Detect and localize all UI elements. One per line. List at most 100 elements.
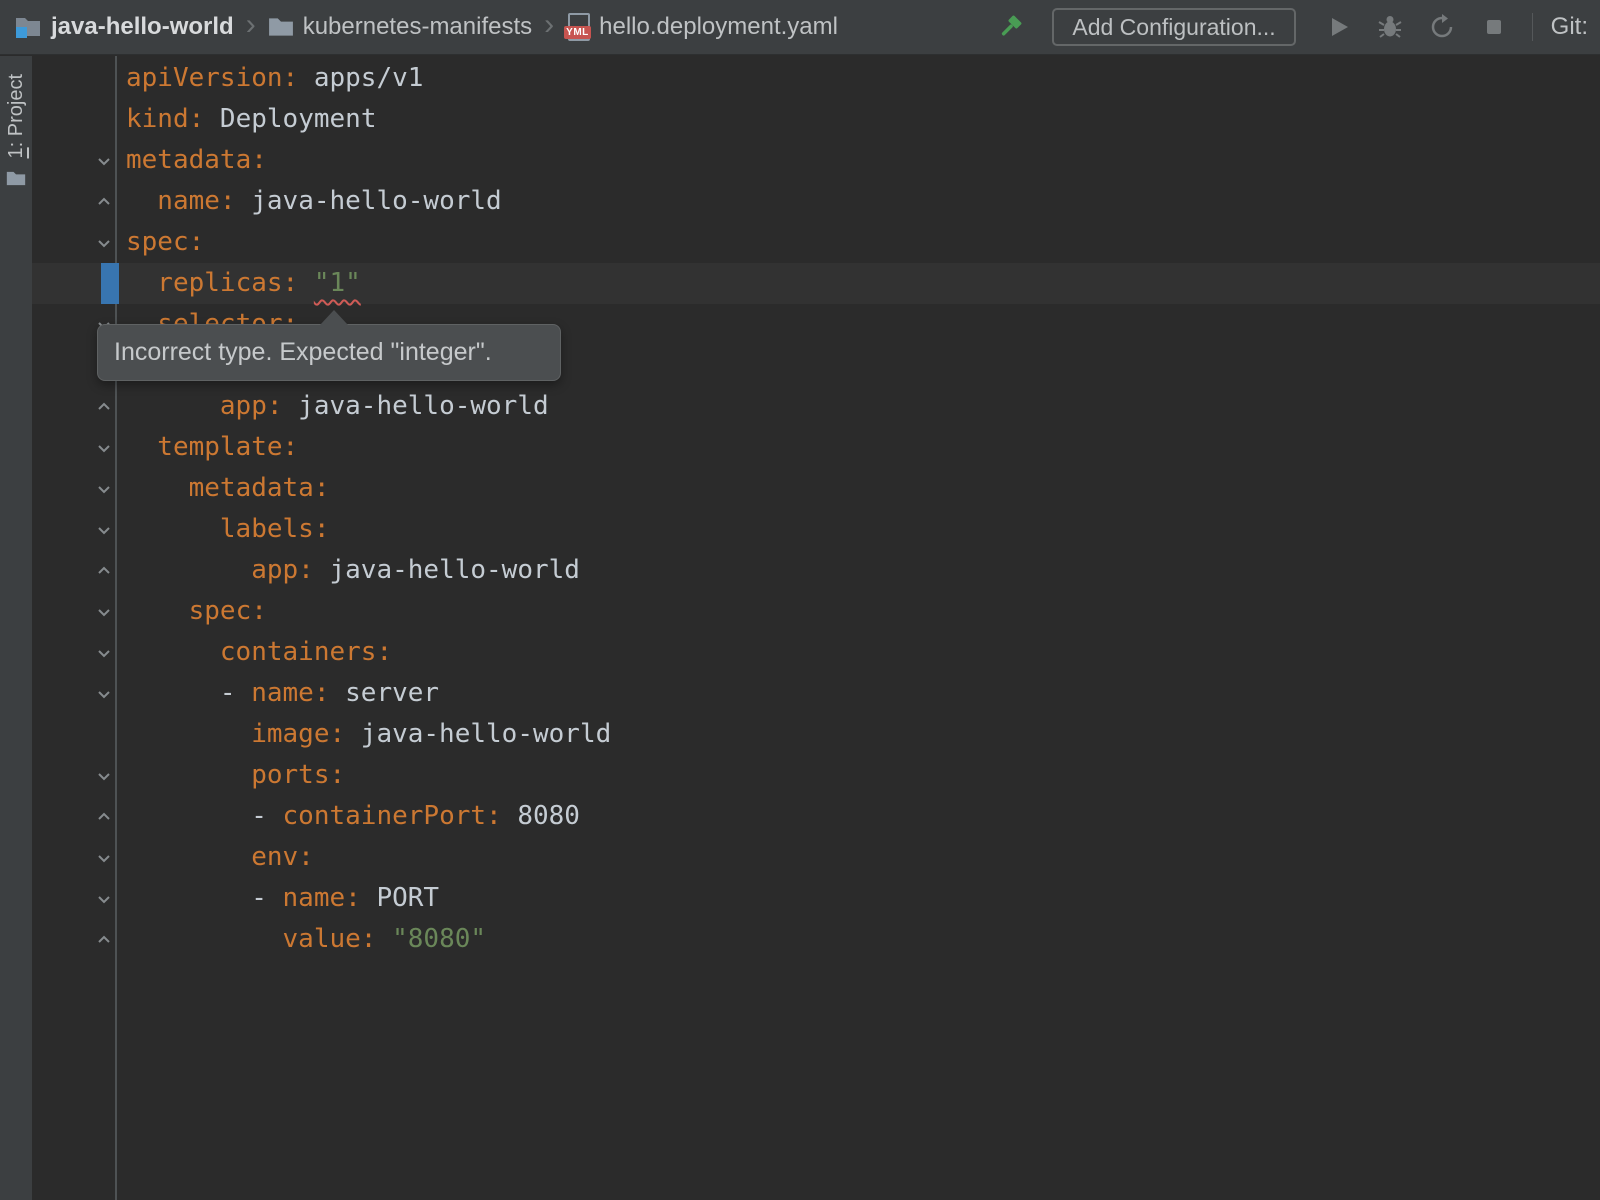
token-text: java-hello-world <box>314 555 580 585</box>
gutter <box>32 837 117 878</box>
token-text: java-hello-world <box>236 186 502 216</box>
fold-region-start-icon[interactable] <box>95 685 113 703</box>
breadcrumb-folder[interactable]: kubernetes-manifests <box>303 13 532 41</box>
token-key: kind: <box>126 104 204 134</box>
fold-region-start-icon[interactable] <box>95 480 113 498</box>
code-text: spec: <box>117 222 204 263</box>
code-line[interactable]: ports: <box>32 755 1600 796</box>
gutter <box>32 181 117 222</box>
project-tool-window-label: 1: Project <box>5 74 28 158</box>
code-line[interactable]: kind: Deployment <box>32 99 1600 140</box>
code-line[interactable]: template: <box>32 427 1600 468</box>
build-hammer-icon[interactable] <box>996 13 1024 41</box>
token-text: java-hello-world <box>345 719 611 749</box>
token-key: name: <box>157 186 235 216</box>
fold-region-end-icon[interactable] <box>95 398 113 416</box>
code-line[interactable]: labels: <box>32 509 1600 550</box>
code-line[interactable]: value: "8080" <box>32 919 1600 960</box>
gutter <box>32 755 117 796</box>
fold-region-end-icon[interactable] <box>95 193 113 211</box>
code-text: image: java-hello-world <box>117 714 611 755</box>
gutter <box>32 673 117 714</box>
run-icon[interactable] <box>1324 13 1352 41</box>
code-line[interactable]: replicas: "1" <box>32 263 1600 304</box>
breadcrumb-chevron-icon: › <box>544 10 554 44</box>
code-line[interactable]: image: java-hello-world <box>32 714 1600 755</box>
code-text: - containerPort: 8080 <box>117 796 580 837</box>
code-line[interactable]: apiVersion: apps/v1 <box>32 58 1600 99</box>
code-line[interactable]: app: java-hello-world <box>32 386 1600 427</box>
code-text: apiVersion: apps/v1 <box>117 58 423 99</box>
stop-icon[interactable] <box>1480 13 1508 41</box>
code-line[interactable]: - containerPort: 8080 <box>32 796 1600 837</box>
debug-icon[interactable] <box>1376 13 1404 41</box>
token-text: apps/v1 <box>298 63 423 93</box>
token-key: template: <box>157 432 298 462</box>
code-text: containers: <box>117 632 392 673</box>
code-line[interactable]: name: java-hello-world <box>32 181 1600 222</box>
token-text: 8080 <box>502 801 580 831</box>
token-key: env: <box>251 842 314 872</box>
project-icon <box>14 15 42 39</box>
main-toolbar: java-hello-world › kubernetes-manifests … <box>0 0 1600 55</box>
code-line[interactable]: - name: server <box>32 673 1600 714</box>
gutter <box>32 263 117 304</box>
gutter <box>32 99 117 140</box>
token-key: name: <box>251 678 329 708</box>
code-line[interactable]: - name: PORT <box>32 878 1600 919</box>
gutter <box>32 509 117 550</box>
token-key: ports: <box>251 760 345 790</box>
code-text: app: java-hello-world <box>117 386 549 427</box>
code-editor[interactable]: apiVersion: apps/v1kind: Deployment metad… <box>32 56 1600 1200</box>
fold-region-end-icon[interactable] <box>95 931 113 949</box>
add-configuration-button[interactable]: Add Configuration... <box>1052 8 1295 46</box>
fold-region-start-icon[interactable] <box>95 603 113 621</box>
code-text: replicas: "1" <box>117 263 361 304</box>
code-line[interactable]: spec: <box>32 222 1600 263</box>
token-key: value: <box>283 924 377 954</box>
code-text: metadata: <box>117 468 330 509</box>
gutter <box>32 550 117 591</box>
code-line[interactable]: spec: <box>32 591 1600 632</box>
vcs-change-marker <box>101 263 119 304</box>
code-line[interactable]: metadata: <box>32 468 1600 509</box>
fold-region-start-icon[interactable] <box>95 767 113 785</box>
token-key: metadata: <box>126 145 267 175</box>
gutter <box>32 714 117 755</box>
breadcrumb-file[interactable]: hello.deployment.yaml <box>599 13 838 41</box>
token-text: - <box>251 801 282 831</box>
code-line[interactable]: containers: <box>32 632 1600 673</box>
fold-region-start-icon[interactable] <box>95 152 113 170</box>
code-line[interactable]: env: <box>32 837 1600 878</box>
fold-region-end-icon[interactable] <box>95 562 113 580</box>
code-text: - name: PORT <box>117 878 439 919</box>
folder-icon <box>6 170 26 192</box>
code-line[interactable]: app: java-hello-world <box>32 550 1600 591</box>
token-text <box>298 268 314 298</box>
token-key: containerPort: <box>283 801 502 831</box>
profiler-icon[interactable] <box>1428 13 1456 41</box>
fold-region-start-icon[interactable] <box>95 439 113 457</box>
fold-region-start-icon[interactable] <box>95 890 113 908</box>
token-key: image: <box>251 719 345 749</box>
code-text: app: java-hello-world <box>117 550 580 591</box>
yaml-file-badge: YML <box>564 26 591 39</box>
code-text: template: <box>117 427 298 468</box>
breadcrumb-project[interactable]: java-hello-world <box>51 13 234 41</box>
code-line[interactable]: metadata: <box>32 140 1600 181</box>
code-text: - name: server <box>117 673 439 714</box>
breadcrumb: java-hello-world › kubernetes-manifests … <box>14 10 838 44</box>
fold-region-end-icon[interactable] <box>95 808 113 826</box>
token-text: java-hello-world <box>283 391 549 421</box>
gutter <box>32 58 117 99</box>
fold-region-start-icon[interactable] <box>95 521 113 539</box>
gutter <box>32 468 117 509</box>
token-text: - <box>251 883 282 913</box>
gutter <box>32 796 117 837</box>
project-tool-window-button[interactable]: 1: Project <box>0 74 32 192</box>
fold-region-start-icon[interactable] <box>95 644 113 662</box>
folder-icon <box>268 16 294 38</box>
git-branch-label[interactable]: Git: <box>1551 13 1588 41</box>
fold-region-start-icon[interactable] <box>95 849 113 867</box>
fold-region-start-icon[interactable] <box>95 234 113 252</box>
